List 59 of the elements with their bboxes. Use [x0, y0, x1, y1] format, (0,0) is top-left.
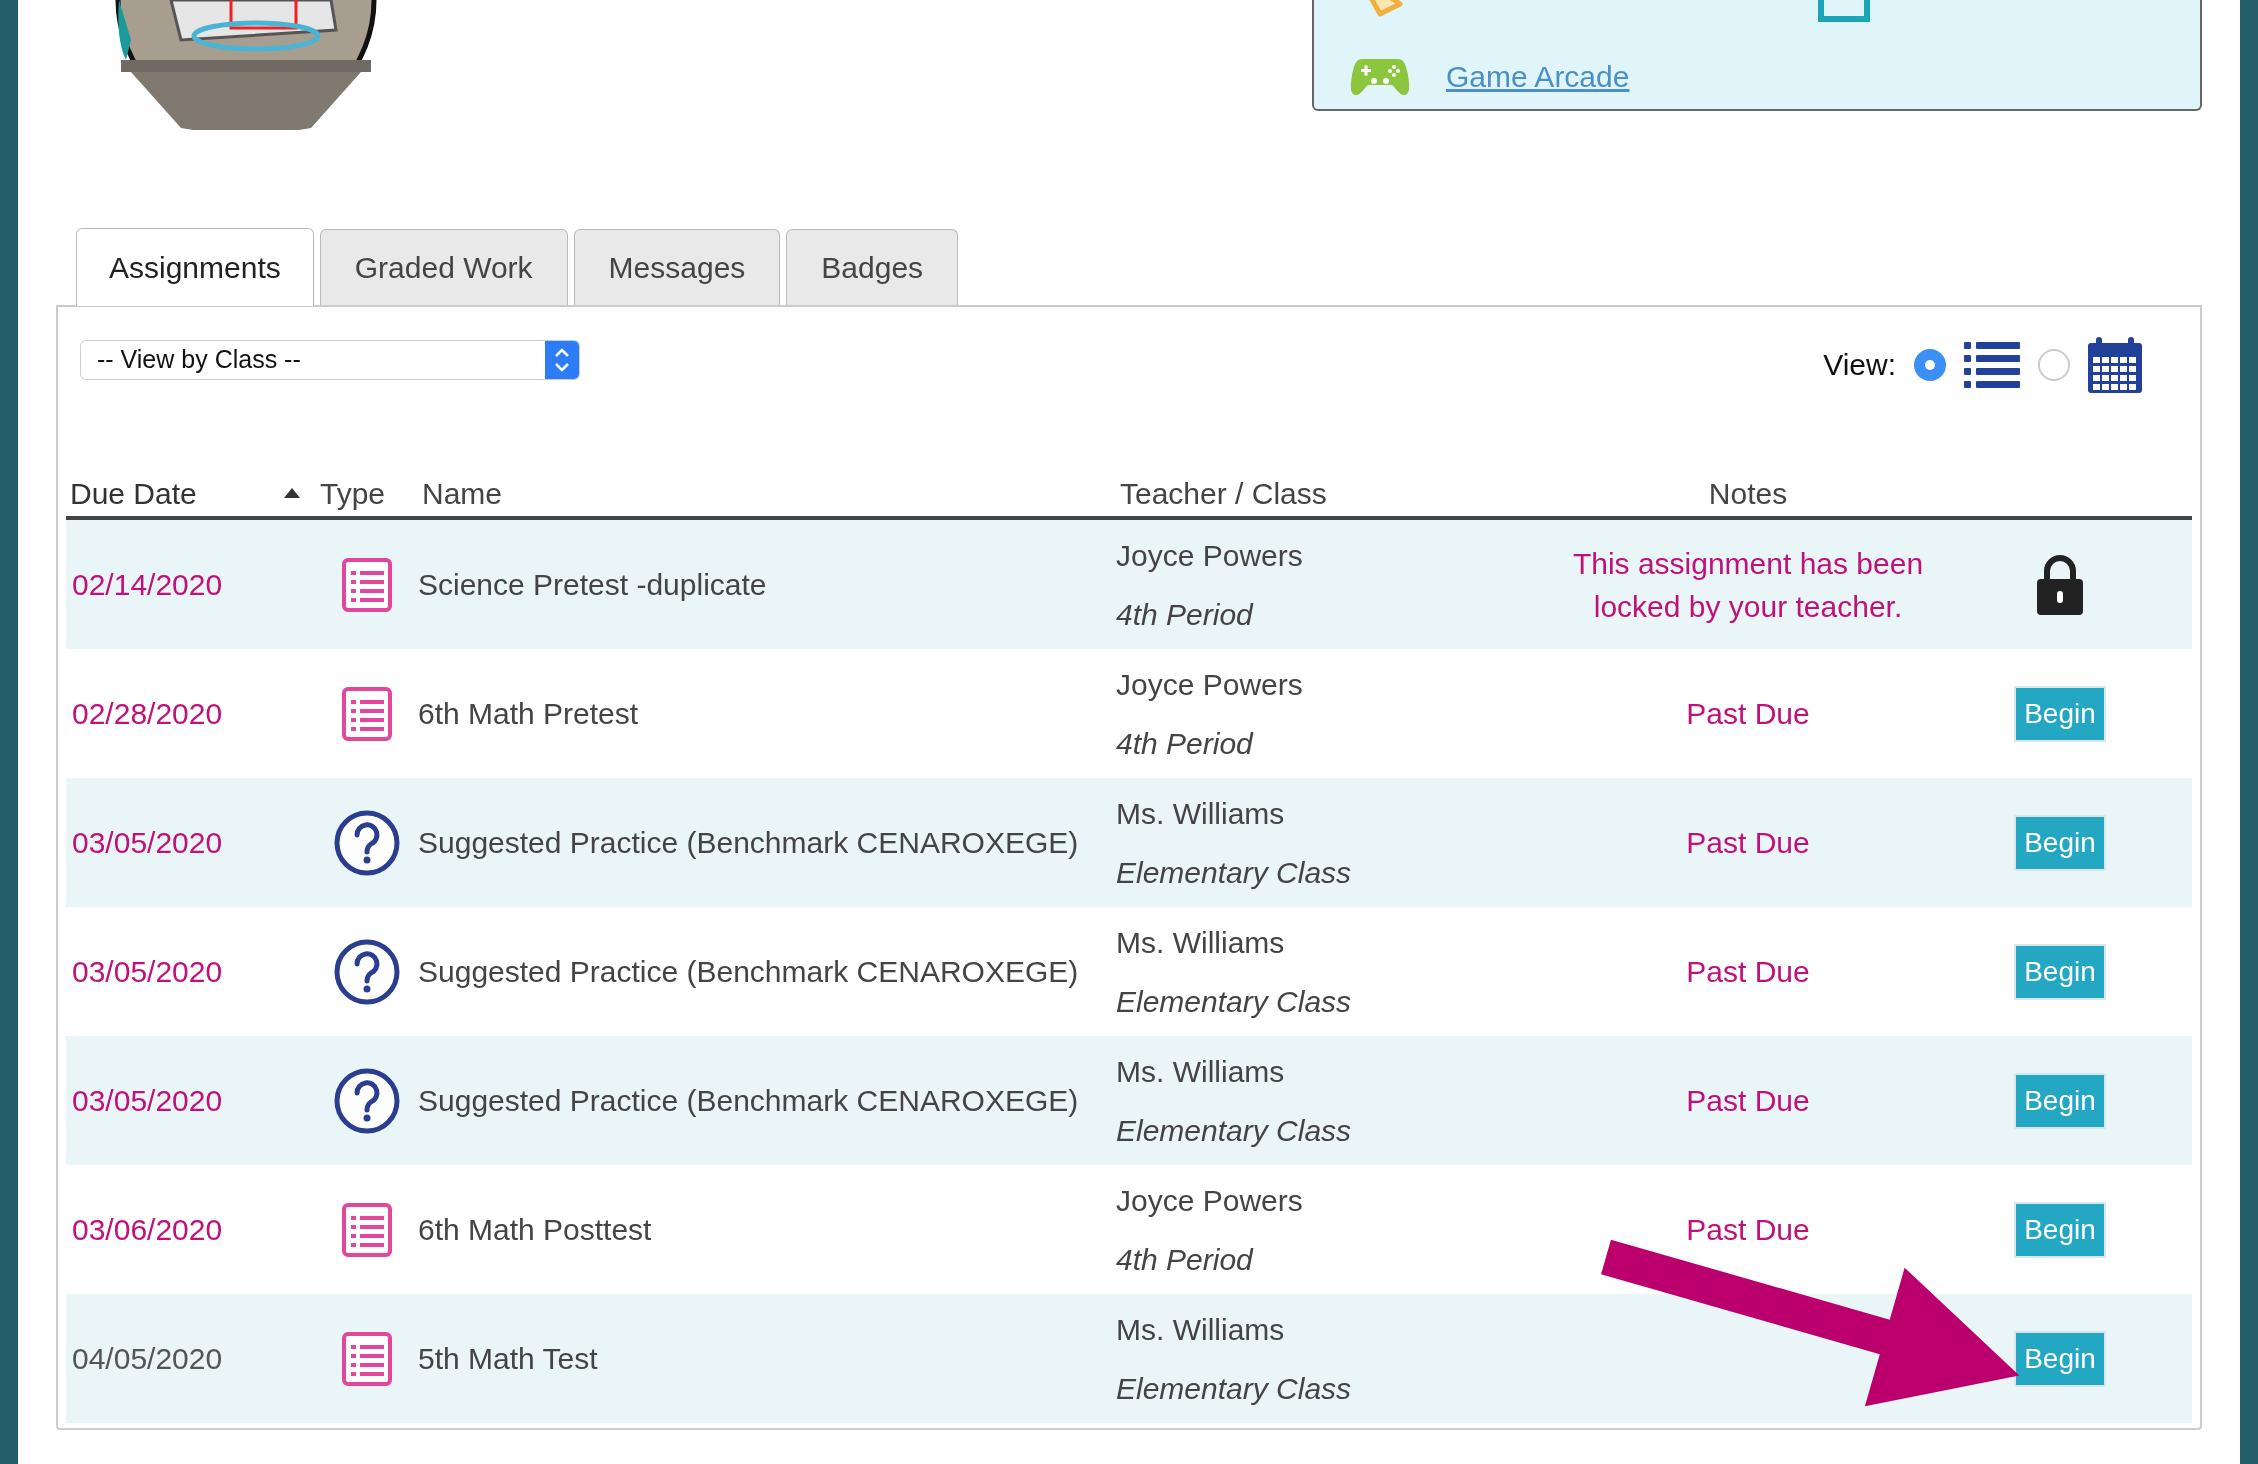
sort-up-icon [284, 488, 300, 498]
tab[interactable]: Graded Work [319, 229, 568, 305]
due-date: 02/28/2020 [71, 696, 224, 732]
due-date: 03/05/2020 [71, 825, 224, 861]
test-sheet-icon [341, 685, 393, 742]
class-name: Elementary Class [1116, 1370, 1353, 1407]
class-name: Elementary Class [1116, 854, 1353, 891]
lock-icon [2035, 554, 2085, 615]
column-header[interactable]: Name [422, 470, 503, 516]
due-date: 03/05/2020 [71, 954, 224, 990]
question-icon [333, 1066, 401, 1135]
note: Past Due [1686, 1083, 1810, 1119]
test-sheet-icon [341, 1201, 393, 1258]
column-header[interactable]: Due Date [70, 470, 197, 516]
view-label: View: [1823, 347, 1896, 383]
teacher-name: Ms. Williams [1116, 924, 1286, 961]
class-name: 4th Period [1116, 725, 1255, 762]
due-date: 03/05/2020 [71, 1083, 224, 1119]
note: Past Due [1686, 954, 1810, 990]
tab[interactable]: Badges [786, 229, 959, 305]
due-date: 04/05/2020 [71, 1341, 224, 1377]
class-name: Elementary Class [1116, 983, 1353, 1020]
teacher-name: Joyce Powers [1116, 537, 1304, 574]
tab[interactable]: Assignments [76, 228, 314, 306]
list-icon[interactable] [1964, 339, 2020, 390]
assignment-name: Suggested Practice (Benchmark CENAROXEGE) [418, 825, 1080, 861]
teacher-name: Joyce Powers [1116, 1182, 1304, 1219]
note: Past Due [1686, 825, 1810, 861]
class-name: Elementary Class [1116, 1112, 1353, 1149]
note: Past Due [1686, 696, 1810, 732]
note: This assignment has been locked by your teacher. [1571, 545, 1925, 625]
calendar-icon[interactable] [2088, 336, 2142, 393]
tab[interactable]: Messages [573, 229, 781, 305]
assignment-name: Science Pretest -duplicate [418, 567, 768, 603]
radio-button[interactable] [1914, 348, 1946, 381]
question-icon [333, 808, 401, 877]
test-sheet-icon [341, 1330, 393, 1387]
class-name: 4th Period [1116, 596, 1255, 633]
column-header[interactable]: Teacher / Class [1120, 470, 1327, 516]
assignment-name: 5th Math Test [418, 1341, 599, 1377]
note: Past Due [1686, 1212, 1810, 1248]
stepper-icon [545, 340, 579, 379]
teacher-name: Ms. Williams [1116, 795, 1286, 832]
teacher-name: Ms. Williams [1116, 1311, 1286, 1348]
column-header[interactable]: Notes [1708, 470, 1788, 516]
due-date: 03/06/2020 [71, 1212, 224, 1248]
teacher-name: Joyce Powers [1116, 666, 1304, 703]
class-name: 4th Period [1116, 1241, 1255, 1278]
assignment-name: Suggested Practice (Benchmark CENAROXEGE) [418, 1083, 1080, 1119]
assignment-name: 6th Math Posttest [418, 1212, 653, 1248]
radio-button[interactable] [2038, 348, 2070, 381]
assignment-name: 6th Math Pretest [418, 696, 640, 732]
teacher-name: Ms. Williams [1116, 1053, 1286, 1090]
assignment-name: Suggested Practice (Benchmark CENAROXEGE) [418, 954, 1080, 990]
column-header[interactable]: Type [320, 470, 386, 516]
class-select[interactable]: -- View by Class -- [80, 339, 580, 380]
question-icon [333, 937, 401, 1006]
due-date: 02/14/2020 [71, 567, 224, 603]
test-sheet-icon [341, 556, 393, 613]
